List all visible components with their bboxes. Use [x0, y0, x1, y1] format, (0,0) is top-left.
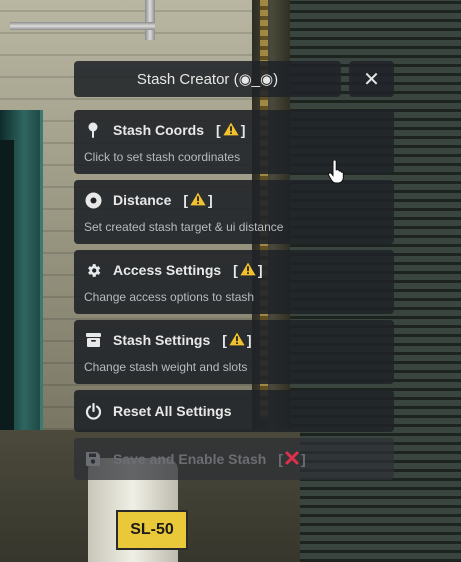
warning-icon [229, 332, 245, 349]
menu-item-description: Change access options to stash [84, 290, 255, 304]
menu-item-stash-settings[interactable]: Stash Settings [ ] Change stash weight a… [74, 320, 394, 384]
wall-pipe [145, 0, 155, 40]
menu-title: Stash Creator (◉_◉) [74, 61, 341, 97]
power-icon [84, 402, 102, 420]
menu-item-label: Access Settings [113, 262, 222, 278]
menu-item-description: Change stash weight and slots [84, 360, 248, 374]
floppy-disk-icon [84, 450, 102, 468]
menu-item-label: Distance [113, 192, 172, 208]
status-indicator: [ ] [183, 192, 213, 209]
close-button[interactable]: ✕ [349, 61, 394, 97]
menu-item-label: Reset All Settings [113, 403, 232, 419]
status-indicator: [ ] [216, 122, 246, 139]
menu-item-label: Stash Coords [113, 122, 205, 138]
menu-item-distance[interactable]: Distance [ ] Set created stash target & … [74, 180, 394, 244]
wall-pipe-horizontal [10, 22, 155, 30]
hand-cursor-icon [328, 159, 344, 184]
box-icon [84, 331, 102, 349]
circle-dot-icon [84, 191, 102, 209]
map-pin-icon [84, 121, 102, 139]
status-indicator: [ ] [233, 262, 263, 279]
status-indicator: [ ] [278, 451, 306, 468]
warning-icon [190, 192, 206, 209]
warning-icon [240, 262, 256, 279]
stash-creator-menu: Stash Creator (◉_◉) ✕ Stash Coords [] C… [74, 61, 394, 486]
menu-item-label: Save and Enable Stash [113, 451, 267, 467]
warning-icon [223, 122, 239, 139]
menu-item-description: Set created stash target & ui distance [84, 220, 284, 234]
gear-icon [84, 261, 102, 279]
menu-item-access-settings[interactable]: Access Settings [ ] Change access option… [74, 250, 394, 314]
menu-header: Stash Creator (◉_◉) ✕ [74, 61, 394, 97]
menu-item-save-and-enable-stash: Save and Enable Stash [ ] [74, 438, 394, 480]
error-x-icon [285, 451, 299, 468]
status-indicator: [ ] [222, 332, 252, 349]
menu-item-label: Stash Settings [113, 332, 211, 348]
cylinder-label: SL-50 [116, 510, 188, 550]
game-scene: SL-50 Stash Creator (◉_◉) ✕ Stash Coords… [0, 0, 461, 562]
menu-item-stash-coords[interactable]: Stash Coords [ ] Click to set stash coor… [74, 110, 394, 174]
menu-item-reset-all-settings[interactable]: Reset All Settings [74, 390, 394, 432]
